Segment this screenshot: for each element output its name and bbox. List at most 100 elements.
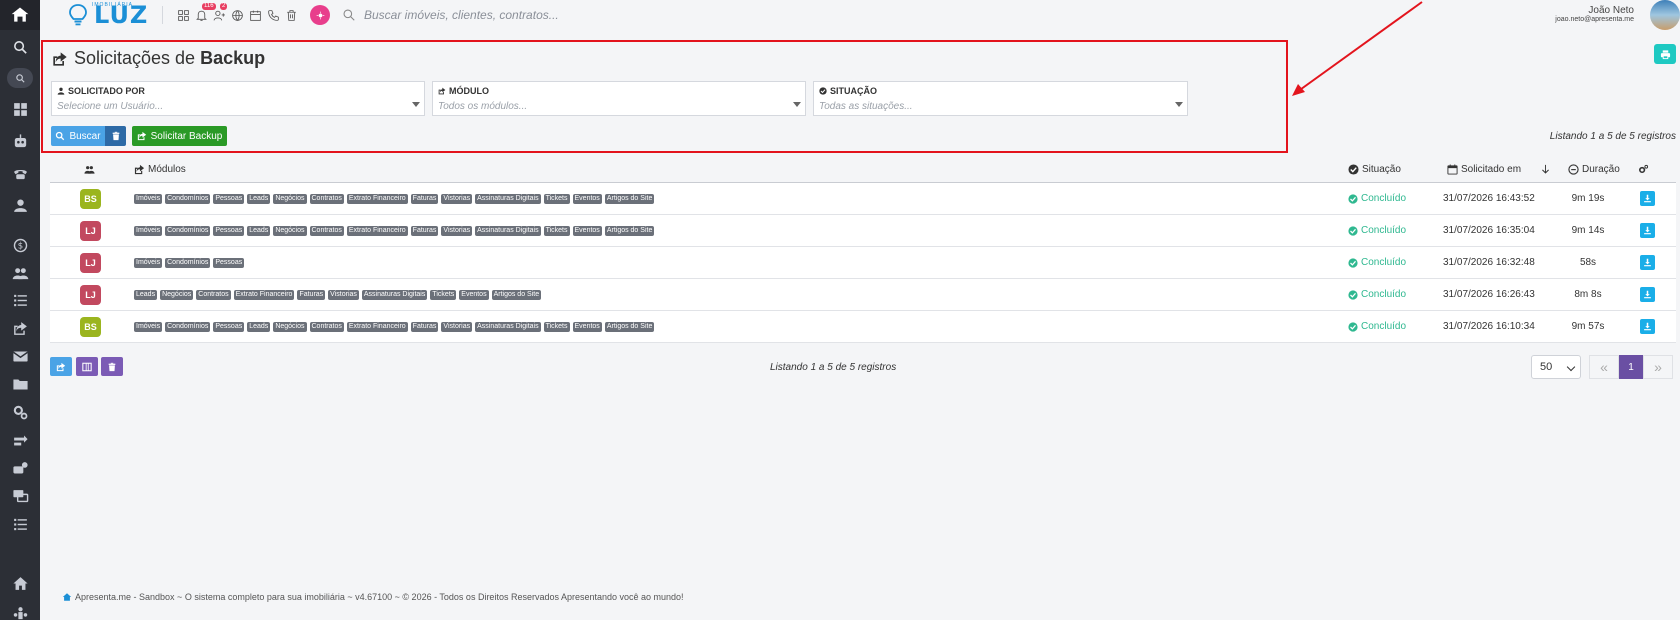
table-row[interactable]: LJ Leads Negócios Contratos Extrato Financei… [50,279,1676,311]
organization-icon[interactable] [0,598,40,620]
bell-icon[interactable]: 116 [194,3,216,25]
filter-label: MÓDULO [449,86,489,96]
special-action-icon[interactable] [310,5,330,25]
status-text: Concluído [1361,225,1407,236]
columns-icon [82,362,92,371]
module-tag: Faturas [297,290,326,300]
column-situacao-label: Situação [1362,164,1401,175]
requested-at: 31/07/2026 16:26:43 [1443,289,1535,300]
globe-icon[interactable] [230,5,244,25]
filter-modulo[interactable]: MÓDULO Todos os módulos... [432,81,806,116]
download-button[interactable] [1640,287,1655,302]
download-button[interactable] [1640,319,1655,334]
caret-down-icon [412,102,420,107]
module-tag: Tickets [430,290,457,300]
sort-desc-icon[interactable] [1540,164,1551,175]
phone-call-icon[interactable] [266,5,280,25]
dashboard-icon[interactable] [0,94,40,124]
delete-selected-button[interactable] [101,357,123,376]
checklist-icon[interactable] [0,509,40,539]
status-badge: Concluído [1348,321,1406,332]
list-icon[interactable] [0,285,40,315]
clear-filters-button[interactable] [105,126,126,146]
column-solicitado-em[interactable]: Solicitado em [1447,164,1521,175]
module-tag: Artigos do Site [604,194,655,204]
share-export-icon[interactable] [0,313,40,343]
calendar-icon[interactable] [248,5,262,25]
check-circle-icon [1348,193,1358,204]
caret-down-icon [793,102,801,107]
print-button[interactable] [1654,44,1676,64]
module-tag: Eventos [572,322,602,332]
mail-icon[interactable] [0,341,40,371]
phone-icon[interactable] [0,158,40,188]
module-tag: Vistorias [441,226,473,236]
module-tag: Condomínios [165,194,211,204]
chevron-down-icon [1566,362,1576,372]
status-badge: Concluído [1348,193,1406,204]
search-button[interactable]: Buscar [51,126,105,146]
sidebar-search-icon[interactable] [0,32,40,62]
filter-situacao[interactable]: SITUAÇÃO Todas as situações... [813,81,1188,116]
table-row[interactable]: LJ Imóveis Condomínios Pessoas Concluído 31/0… [50,247,1676,279]
chat-icon[interactable] [0,481,40,511]
status-badge: Concluído [1348,289,1406,300]
gears-icon[interactable] [0,397,40,427]
columns-button[interactable] [76,357,98,376]
module-tags: Imóveis Condomínios Pessoas Leads Negócios Co… [134,322,655,332]
user-avatar: BS [80,189,101,209]
per-page-select[interactable]: 50 [1531,355,1581,379]
global-search-input[interactable] [364,6,764,24]
download-button[interactable] [1640,191,1655,206]
settings-gears-icon[interactable] [1638,164,1649,175]
annotation-arrow [1292,1,1423,96]
sidebar-quick-search-icon[interactable] [0,63,40,93]
table-row[interactable]: BS Imóveis Condomínios Pessoas Leads Negócios… [50,183,1676,215]
module-tag: Assinaturas Digitais [361,290,428,300]
column-situacao[interactable]: Situação [1348,164,1401,175]
next-page-button[interactable]: » [1643,355,1673,379]
status-badge: Concluído [1348,225,1406,236]
duration: 9m 19s [1571,193,1605,204]
users-group-icon[interactable] [0,258,40,288]
module-tag: Leads [134,290,158,300]
apps-grid-icon[interactable] [176,5,190,25]
clock-icon [1568,164,1579,175]
user-icon[interactable] [0,190,40,220]
user-plus-icon[interactable]: 2 [212,3,228,25]
filter-label: SOLICITADO POR [68,86,145,96]
module-tags: Leads Negócios Contratos Extrato Financeiro… [134,290,542,300]
trash-icon[interactable] [284,5,298,25]
home-cloud-logo-icon[interactable] [0,0,40,30]
finance-icon[interactable]: $ [0,230,40,260]
module-tag: Pessoas [213,322,245,332]
download-button[interactable] [1640,255,1655,270]
column-modulos-label: Módulos [148,164,186,175]
module-tag: Negócios [273,194,307,204]
export-button[interactable] [50,357,72,376]
user-avatar: LJ [80,285,101,305]
folder-icon[interactable] [0,369,40,399]
status-text: Concluído [1361,289,1407,300]
filter-label: SITUAÇÃO [830,86,877,96]
module-tag: Negócios [273,322,307,332]
brand-logo[interactable]: IMOBILIÁRIA LUZ [66,1,148,29]
home-icon[interactable] [0,568,40,598]
filter-solicitado-por[interactable]: SOLICITADO POR Selecione um Usuário... [51,81,425,116]
transfer-icon[interactable] [0,425,40,455]
search-icon [56,131,65,141]
column-duracao[interactable]: Duração [1568,164,1620,175]
page-button-current[interactable]: 1 [1619,355,1643,379]
module-tag: Imóveis [134,226,163,236]
user-avatar[interactable] [1650,0,1680,30]
cloud-settings-icon[interactable] [0,453,40,483]
robot-icon[interactable] [0,126,40,156]
download-button[interactable] [1640,223,1655,238]
trash-icon [108,362,116,371]
table-row[interactable]: LJ Imóveis Condomínios Pessoas Leads Negócios… [50,215,1676,247]
request-backup-button[interactable]: Solicitar Backup [132,126,227,146]
prev-page-button[interactable]: « [1589,355,1619,379]
module-tag: Vistorias [441,194,473,204]
module-tag: Tickets [543,194,570,204]
table-row[interactable]: BS Imóveis Condomínios Pessoas Leads Negócios… [50,311,1676,343]
